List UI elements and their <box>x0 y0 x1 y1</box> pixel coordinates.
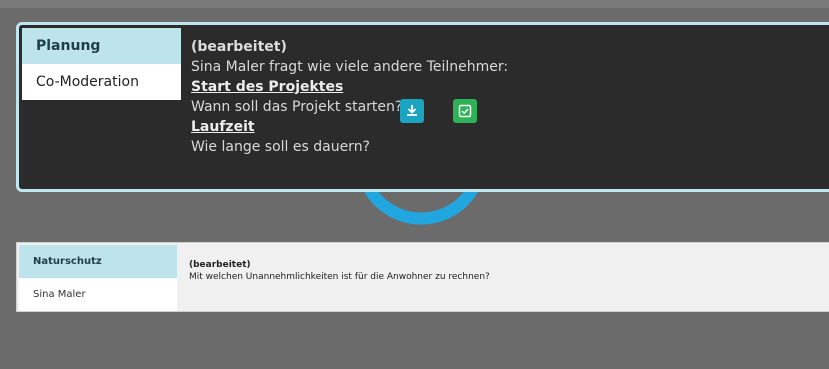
tab-sina-maler[interactable]: Sina Maler <box>19 278 177 311</box>
card-content: (bearbeitet) Mit welchen Unannehmlichkei… <box>189 259 490 283</box>
confirm-button[interactable] <box>453 99 477 123</box>
question-text: Mit welchen Unannehmlichkeiten ist für d… <box>189 272 490 282</box>
tab-naturschutz[interactable]: Naturschutz <box>19 245 177 278</box>
edited-status: (bearbeitet) <box>191 39 287 55</box>
question-title-start: Start des Projektes <box>191 79 344 95</box>
question-text-duration: Wie lange soll es dauern? <box>191 139 370 155</box>
download-button[interactable] <box>400 99 424 123</box>
edited-status: (bearbeitet) <box>189 260 251 270</box>
top-band <box>0 0 829 8</box>
topic-card: Naturschutz Sina Maler (bearbeitet) Mit … <box>16 242 829 312</box>
card-content: (bearbeitet) Sina Maler fragt wie viele … <box>191 37 508 157</box>
intro-text: Sina Maler fragt wie viele andere Teilne… <box>191 59 509 75</box>
planning-card: Planung Co-Moderation (bearbeitet) Sina … <box>16 22 829 192</box>
tab-co-moderation[interactable]: Co-Moderation <box>22 64 181 100</box>
checkbox-check-icon <box>458 104 472 118</box>
download-icon <box>407 105 417 116</box>
tab-planung[interactable]: Planung <box>22 28 181 64</box>
card-sidebar: Planung Co-Moderation <box>22 28 181 100</box>
